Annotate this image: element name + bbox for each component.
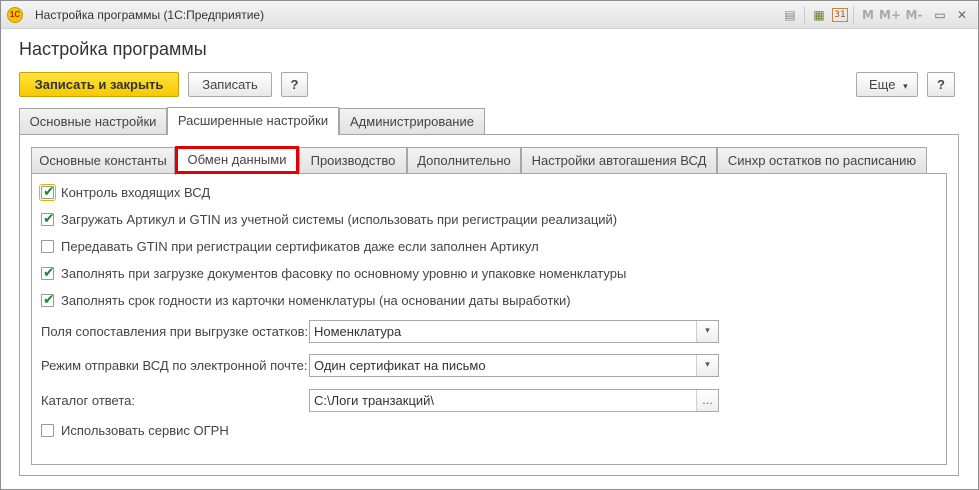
- title-bar: 1С Настройка программы (1С:Предприятие) …: [1, 1, 978, 29]
- mapping-fields-select[interactable]: Номенклатура ▾: [309, 320, 719, 343]
- subtab-basic-constants[interactable]: Основные константы: [31, 147, 175, 174]
- option-label: Контроль входящих ВСД: [61, 185, 211, 200]
- save-and-close-button[interactable]: Записать и закрыть: [19, 72, 179, 97]
- checkbox[interactable]: ✔: [41, 265, 55, 281]
- subtab-data-exchange[interactable]: Обмен данными: [175, 146, 299, 175]
- option-label: Загружать Артикул и GTIN из учетной сист…: [61, 212, 618, 227]
- check-icon: ✔: [43, 265, 55, 281]
- tab-advanced-settings[interactable]: Расширенные настройки: [167, 107, 339, 135]
- tab-basic-settings[interactable]: Основные настройки: [19, 108, 167, 134]
- check-icon: ✔: [43, 211, 55, 227]
- option-label: Заполнять срок годности из карточки номе…: [61, 293, 571, 308]
- minimize-icon[interactable]: ▭: [932, 7, 948, 23]
- check-icon: ✔: [43, 292, 55, 308]
- calendar-icon[interactable]: 31: [832, 8, 848, 22]
- subtab-auto-cancel-vsd[interactable]: Настройки автогашения ВСД: [521, 147, 717, 174]
- help-right-button[interactable]: ?: [927, 72, 955, 97]
- chevron-down-icon[interactable]: ▾: [696, 355, 718, 376]
- subtab-production[interactable]: Производство: [299, 147, 407, 174]
- email-mode-select[interactable]: Один сертификат на письмо ▾: [309, 354, 719, 377]
- calculator-icon[interactable]: ▦: [811, 7, 827, 23]
- check-icon: ✔: [43, 184, 55, 200]
- mapping-fields-label: Поля сопоставления при выгрузке остатков…: [41, 324, 309, 339]
- tab-administration[interactable]: Администрирование: [339, 108, 485, 134]
- option-label: Использовать сервис ОГРН: [61, 423, 229, 438]
- more-menu-button[interactable]: Еще ▾: [856, 72, 918, 97]
- checkbox[interactable]: ✔: [41, 292, 55, 308]
- 1c-logo-icon: 1С: [7, 7, 23, 23]
- reply-dir-input[interactable]: С:\Логи транзакций\ ...: [309, 389, 719, 412]
- option-label: Передавать GTIN при регистрации сертифик…: [61, 239, 539, 254]
- checkbox[interactable]: [41, 240, 54, 253]
- chevron-down-icon: ▾: [903, 81, 908, 91]
- ellipsis-icon[interactable]: ...: [696, 390, 718, 411]
- memory-m-icon[interactable]: M: [860, 7, 876, 23]
- checkbox[interactable]: ✔: [41, 211, 55, 227]
- checkbox[interactable]: [41, 424, 54, 437]
- checkbox[interactable]: ✔: [39, 184, 56, 201]
- memory-m-plus-icon[interactable]: M+: [879, 7, 901, 23]
- save-button[interactable]: Записать: [188, 72, 272, 97]
- more-label: Еще: [869, 77, 896, 92]
- help-button[interactable]: ?: [281, 72, 308, 97]
- window-title: Настройка программы (1С:Предприятие): [35, 8, 265, 22]
- subtab-additional[interactable]: Дополнительно: [407, 147, 521, 174]
- memory-m-minus-icon[interactable]: M-: [903, 7, 925, 23]
- option-label: Заполнять при загрузке документов фасовк…: [61, 266, 627, 281]
- reply-dir-value: С:\Логи транзакций\: [314, 393, 435, 408]
- reply-dir-label: Каталог ответа:: [41, 393, 135, 408]
- app-window: 1С Настройка программы (1С:Предприятие) …: [0, 0, 979, 490]
- doc-icon[interactable]: ▤: [782, 7, 798, 23]
- subtab-stock-sync-schedule[interactable]: Синхр остатков по расписанию: [717, 147, 927, 174]
- page-title: Настройка программы: [19, 39, 207, 59]
- chevron-down-icon[interactable]: ▾: [696, 321, 718, 342]
- close-icon[interactable]: ✕: [954, 7, 970, 23]
- mapping-fields-value: Номенклатура: [314, 324, 402, 339]
- email-mode-value: Один сертификат на письмо: [314, 358, 486, 373]
- email-mode-label: Режим отправки ВСД по электронной почте:: [41, 358, 308, 373]
